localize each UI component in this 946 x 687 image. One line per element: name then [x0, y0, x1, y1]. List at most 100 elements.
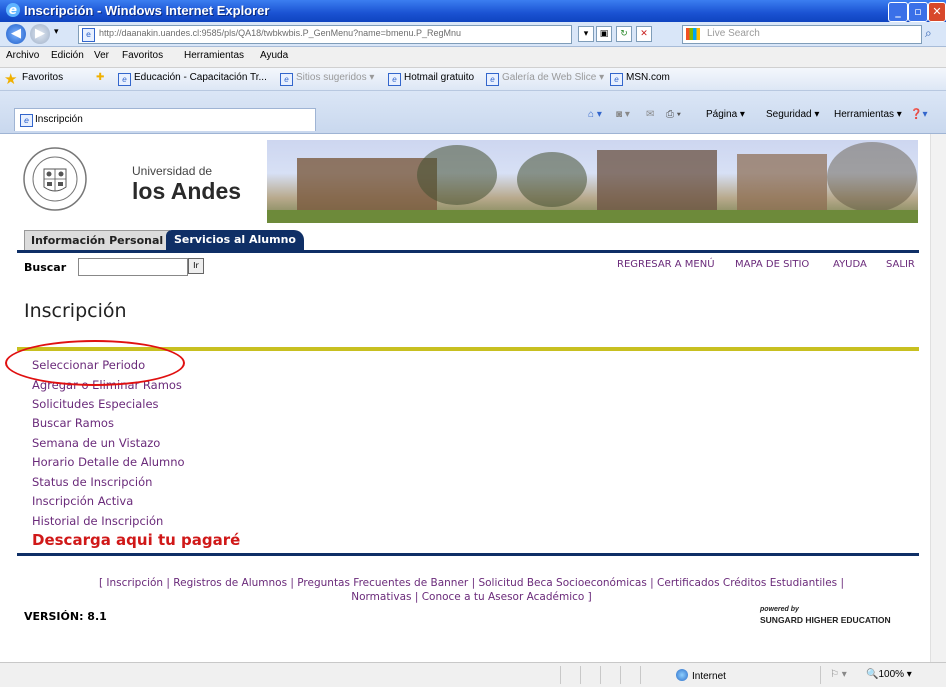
window-title-bar: e Inscripción - Windows Internet Explore…: [0, 0, 946, 22]
ie-page-icon: e: [388, 73, 401, 86]
feeds-icon[interactable]: ◙ ▾: [616, 109, 630, 120]
menu-bar: Archivo Edición Ver Favoritos Herramient…: [0, 47, 946, 68]
fav-educacion[interactable]: e Educación - Capacitación Tr...: [118, 72, 267, 86]
address-bar[interactable]: e http://daanakin.uandes.cl:9585/pls/QA1…: [78, 25, 572, 44]
favorites-button[interactable]: Favoritos: [22, 72, 63, 83]
university-name-line1: Universidad de: [132, 164, 213, 178]
search-box[interactable]: Live Search: [682, 25, 922, 44]
history-dropdown-icon[interactable]: ▾: [54, 27, 59, 37]
vertical-scrollbar[interactable]: [930, 134, 946, 662]
link-horario-detalle[interactable]: Horario Detalle de Alumno: [32, 455, 185, 469]
link-status-inscripcion[interactable]: Status de Inscripción: [32, 475, 152, 489]
tab-servicios-al-alumno[interactable]: Servicios al Alumno: [166, 230, 304, 250]
ie-page-icon: e: [486, 73, 499, 86]
bottom-divider: [17, 553, 919, 556]
stop-icon[interactable]: ✕: [636, 26, 652, 42]
menu-herramientas[interactable]: Herramientas: [184, 50, 244, 61]
menu-edicion[interactable]: Edición: [51, 50, 84, 61]
university-banner: Universidad de los Andes: [14, 140, 918, 223]
close-button[interactable]: ✕: [928, 2, 946, 22]
ie-page-icon: e: [280, 73, 293, 86]
campus-photo: [267, 140, 918, 223]
fav-hotmail-label: Hotmail gratuito: [404, 72, 475, 83]
print-icon[interactable]: ⎙ ▾: [666, 109, 681, 120]
ie-logo-icon: e: [6, 3, 20, 17]
fav-galeria[interactable]: e Galería de Web Slice ▾: [486, 72, 604, 86]
university-name-line2: los Andes: [132, 178, 242, 204]
nav-divider: [17, 250, 919, 253]
menu-ayuda[interactable]: Ayuda: [260, 50, 288, 61]
link-descarga-pagare[interactable]: Descarga aqui tu pagaré: [32, 531, 240, 549]
globe-icon: [676, 669, 688, 681]
tab-bar: e Inscripción ⌂ ▾ ◙ ▾ ✉ ⎙ ▾ Página ▾ Seg…: [0, 91, 946, 134]
footer-links-line1[interactable]: [ Inscripción | Registros de Alumnos | P…: [24, 576, 919, 590]
search-go-icon[interactable]: ⌕: [925, 26, 932, 41]
zone-label: Internet: [692, 671, 726, 682]
search-label: Buscar: [24, 261, 67, 274]
protected-mode-icon[interactable]: ⚐ ▾: [830, 669, 847, 680]
add-favorite-icon[interactable]: ✚: [96, 72, 104, 83]
link-mapa-de-sitio[interactable]: MAPA DE SITIO: [735, 259, 809, 270]
address-toolbar: ◀ ▶ ▾ e http://daanakin.uandes.cl:9585/p…: [0, 22, 946, 47]
search-input[interactable]: [78, 258, 188, 276]
footer-links[interactable]: [ Inscripción | Registros de Alumnos | P…: [24, 576, 919, 604]
university-seal-icon: [23, 147, 87, 211]
help-icon[interactable]: ❓▾: [910, 109, 927, 120]
fav-sitios-label: Sitios sugeridos ▾: [296, 72, 375, 83]
zone-indicator[interactable]: Internet: [676, 669, 726, 682]
cmd-pagina[interactable]: Página ▾: [706, 109, 745, 120]
tab-informacion-personal[interactable]: Información Personal: [24, 230, 171, 251]
page-icon: e: [82, 28, 95, 42]
favorites-star-icon: ★: [4, 70, 18, 88]
browser-tab[interactable]: e Inscripción: [14, 108, 316, 131]
home-icon[interactable]: ⌂ ▾: [588, 109, 602, 120]
link-salir[interactable]: SALIR: [886, 259, 915, 270]
ie-page-icon: e: [118, 73, 131, 86]
status-bar: Internet ⚐ ▾ 🔍100% ▾: [0, 662, 946, 687]
forward-button[interactable]: ▶: [30, 24, 50, 44]
fav-hotmail[interactable]: e Hotmail gratuito: [388, 72, 474, 86]
refresh-icon[interactable]: ↻: [616, 26, 632, 42]
link-semana-vistazo[interactable]: Semana de un Vistazo: [32, 436, 160, 450]
cmd-herramientas[interactable]: Herramientas ▾: [834, 109, 902, 120]
link-historial-inscripcion[interactable]: Historial de Inscripción: [32, 514, 163, 528]
url-text: http://daanakin.uandes.cl:9585/pls/QA18/…: [99, 28, 461, 38]
minimize-button[interactable]: _: [888, 2, 908, 22]
fav-msn-label: MSN.com: [626, 72, 670, 83]
compatibility-view-icon[interactable]: ▣: [596, 26, 612, 42]
live-search-icon: [686, 28, 700, 40]
fav-sitios-sugeridos[interactable]: e Sitios sugeridos ▾: [280, 72, 374, 86]
page-title: Inscripción: [24, 300, 127, 322]
fav-galeria-label: Galería de Web Slice ▾: [502, 72, 605, 83]
powered-by-label: powered by: [760, 606, 799, 613]
maximize-button[interactable]: ▫: [908, 2, 928, 22]
back-button[interactable]: ◀: [6, 24, 26, 44]
favorites-bar: ★ Favoritos ✚ e Educación - Capacitación …: [0, 68, 946, 91]
address-dropdown-icon[interactable]: ▾: [578, 26, 594, 42]
fav-msn[interactable]: e MSN.com: [610, 72, 670, 86]
ie-page-icon: e: [610, 73, 623, 86]
menu-archivo[interactable]: Archivo: [6, 50, 39, 61]
link-ayuda[interactable]: AYUDA: [833, 259, 867, 270]
cmd-seguridad[interactable]: Seguridad ▾: [766, 109, 819, 120]
link-solicitudes-especiales[interactable]: Solicitudes Especiales: [32, 397, 159, 411]
link-regresar-menu[interactable]: REGRESAR A MENÚ: [617, 259, 715, 270]
footer-links-line2[interactable]: Normativas | Conoce a tu Asesor Académic…: [24, 590, 919, 604]
version-label: VERSIÓN: 8.1: [24, 610, 107, 623]
university-logo[interactable]: Universidad de los Andes: [14, 140, 267, 223]
highlight-circle: [5, 340, 185, 386]
link-buscar-ramos[interactable]: Buscar Ramos: [32, 416, 114, 430]
window-title: Inscripción - Windows Internet Explorer: [24, 3, 270, 18]
menu-favoritos[interactable]: Favoritos: [122, 50, 163, 61]
mail-icon[interactable]: ✉: [646, 109, 654, 120]
link-inscripcion-activa[interactable]: Inscripción Activa: [32, 494, 133, 508]
fav-educacion-label: Educación - Capacitación Tr...: [134, 72, 267, 83]
sungard-logo: SUNGARD HIGHER EDUCATION: [760, 615, 891, 625]
ie-page-icon: e: [20, 114, 33, 127]
zoom-control[interactable]: 🔍100% ▾: [866, 669, 912, 680]
menu-ver[interactable]: Ver: [94, 50, 109, 61]
browser-tab-title: Inscripción: [35, 114, 83, 125]
zoom-level: 100%: [878, 669, 905, 680]
search-placeholder: Live Search: [707, 28, 760, 39]
search-go-button[interactable]: Ir: [188, 258, 204, 274]
